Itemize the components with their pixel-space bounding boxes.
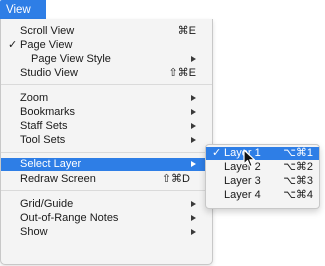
submenu-arrow-icon	[191, 95, 196, 101]
submenu-item-layer-3[interactable]: Layer 3 ⌥⌘3	[206, 175, 319, 188]
menu-item-out-of-range-notes[interactable]: Out-of-Range Notes	[1, 211, 212, 225]
menu-item-page-view[interactable]: ✓ Page View	[1, 38, 212, 52]
menu-separator	[1, 84, 212, 85]
menu-item-label: Page View Style	[31, 53, 111, 65]
submenu-item-label: Layer 3	[224, 175, 261, 187]
menu-item-label: Bookmarks	[20, 106, 76, 118]
menu-item-page-view-style[interactable]: Page View Style	[1, 52, 212, 66]
menu-item-label: Show	[20, 226, 48, 238]
submenu-arrow-icon	[191, 56, 196, 62]
submenu-arrow-icon	[191, 161, 196, 167]
menu-item-label: Tool Sets	[20, 134, 66, 146]
menu-item-label: Zoom	[20, 92, 49, 104]
submenu-arrow-icon	[191, 229, 196, 235]
arrow-pointer-icon	[243, 149, 256, 168]
menu-item-grid-guide[interactable]: Grid/Guide	[1, 197, 212, 211]
menu-item-label: Select Layer	[20, 158, 82, 170]
menu-item-show[interactable]: Show	[1, 225, 212, 239]
submenu-item-shortcut: ⌥⌘4	[283, 189, 313, 201]
menu-item-zoom[interactable]: Zoom	[1, 91, 212, 105]
submenu-item-shortcut: ⌥⌘3	[283, 175, 313, 187]
submenu-item-layer-1[interactable]: ✓ Layer 1 ⌥⌘1	[206, 147, 319, 160]
select-layer-submenu: ✓ Layer 1 ⌥⌘1 Layer 2 ⌥⌘2 Layer 3 ⌥⌘3 La…	[205, 144, 320, 209]
menu-item-bookmarks[interactable]: Bookmarks	[1, 105, 212, 119]
submenu-item-shortcut: ⌥⌘1	[283, 147, 313, 159]
submenu-arrow-icon	[191, 201, 196, 207]
view-menu-title[interactable]: View	[0, 0, 46, 20]
menu-item-label: Page View	[20, 39, 73, 51]
menu-item-label: Scroll View	[20, 25, 75, 37]
menu-item-shortcut: ⌘E	[177, 25, 196, 37]
menu-item-label: Grid/Guide	[20, 198, 74, 210]
submenu-arrow-icon	[191, 215, 196, 221]
submenu-item-layer-2[interactable]: Layer 2 ⌥⌘2	[206, 161, 319, 174]
checkmark-icon: ✓	[8, 39, 18, 51]
view-menu: Scroll View ⌘E ✓ Page View Page View Sty…	[0, 19, 213, 265]
submenu-item-shortcut: ⌥⌘2	[283, 161, 313, 173]
menu-item-label: Studio View	[20, 67, 78, 79]
menu-item-shortcut: ⇧⌘E	[168, 67, 196, 79]
menu-item-staff-sets[interactable]: Staff Sets	[1, 119, 212, 133]
submenu-item-label: Layer 4	[224, 189, 261, 201]
menu-separator	[1, 152, 212, 153]
submenu-arrow-icon	[191, 109, 196, 115]
menu-item-studio-view[interactable]: Studio View ⇧⌘E	[1, 66, 212, 80]
menu-item-shortcut: ⇧⌘D	[161, 173, 190, 185]
menu-item-select-layer[interactable]: Select Layer	[1, 158, 212, 171]
menu-item-label: Staff Sets	[20, 120, 68, 132]
menu-item-label: Out-of-Range Notes	[20, 212, 119, 224]
menu-item-scroll-view[interactable]: Scroll View ⌘E	[1, 24, 212, 38]
menu-item-label: Redraw Screen	[20, 173, 96, 185]
submenu-arrow-icon	[191, 137, 196, 143]
submenu-item-layer-4[interactable]: Layer 4 ⌥⌘4	[206, 189, 319, 202]
menu-item-redraw-screen[interactable]: Redraw Screen ⇧⌘D	[1, 172, 212, 186]
submenu-arrow-icon	[191, 123, 196, 129]
checkmark-icon: ✓	[212, 147, 222, 159]
menu-item-tool-sets[interactable]: Tool Sets	[1, 133, 212, 147]
menu-separator	[1, 190, 212, 191]
